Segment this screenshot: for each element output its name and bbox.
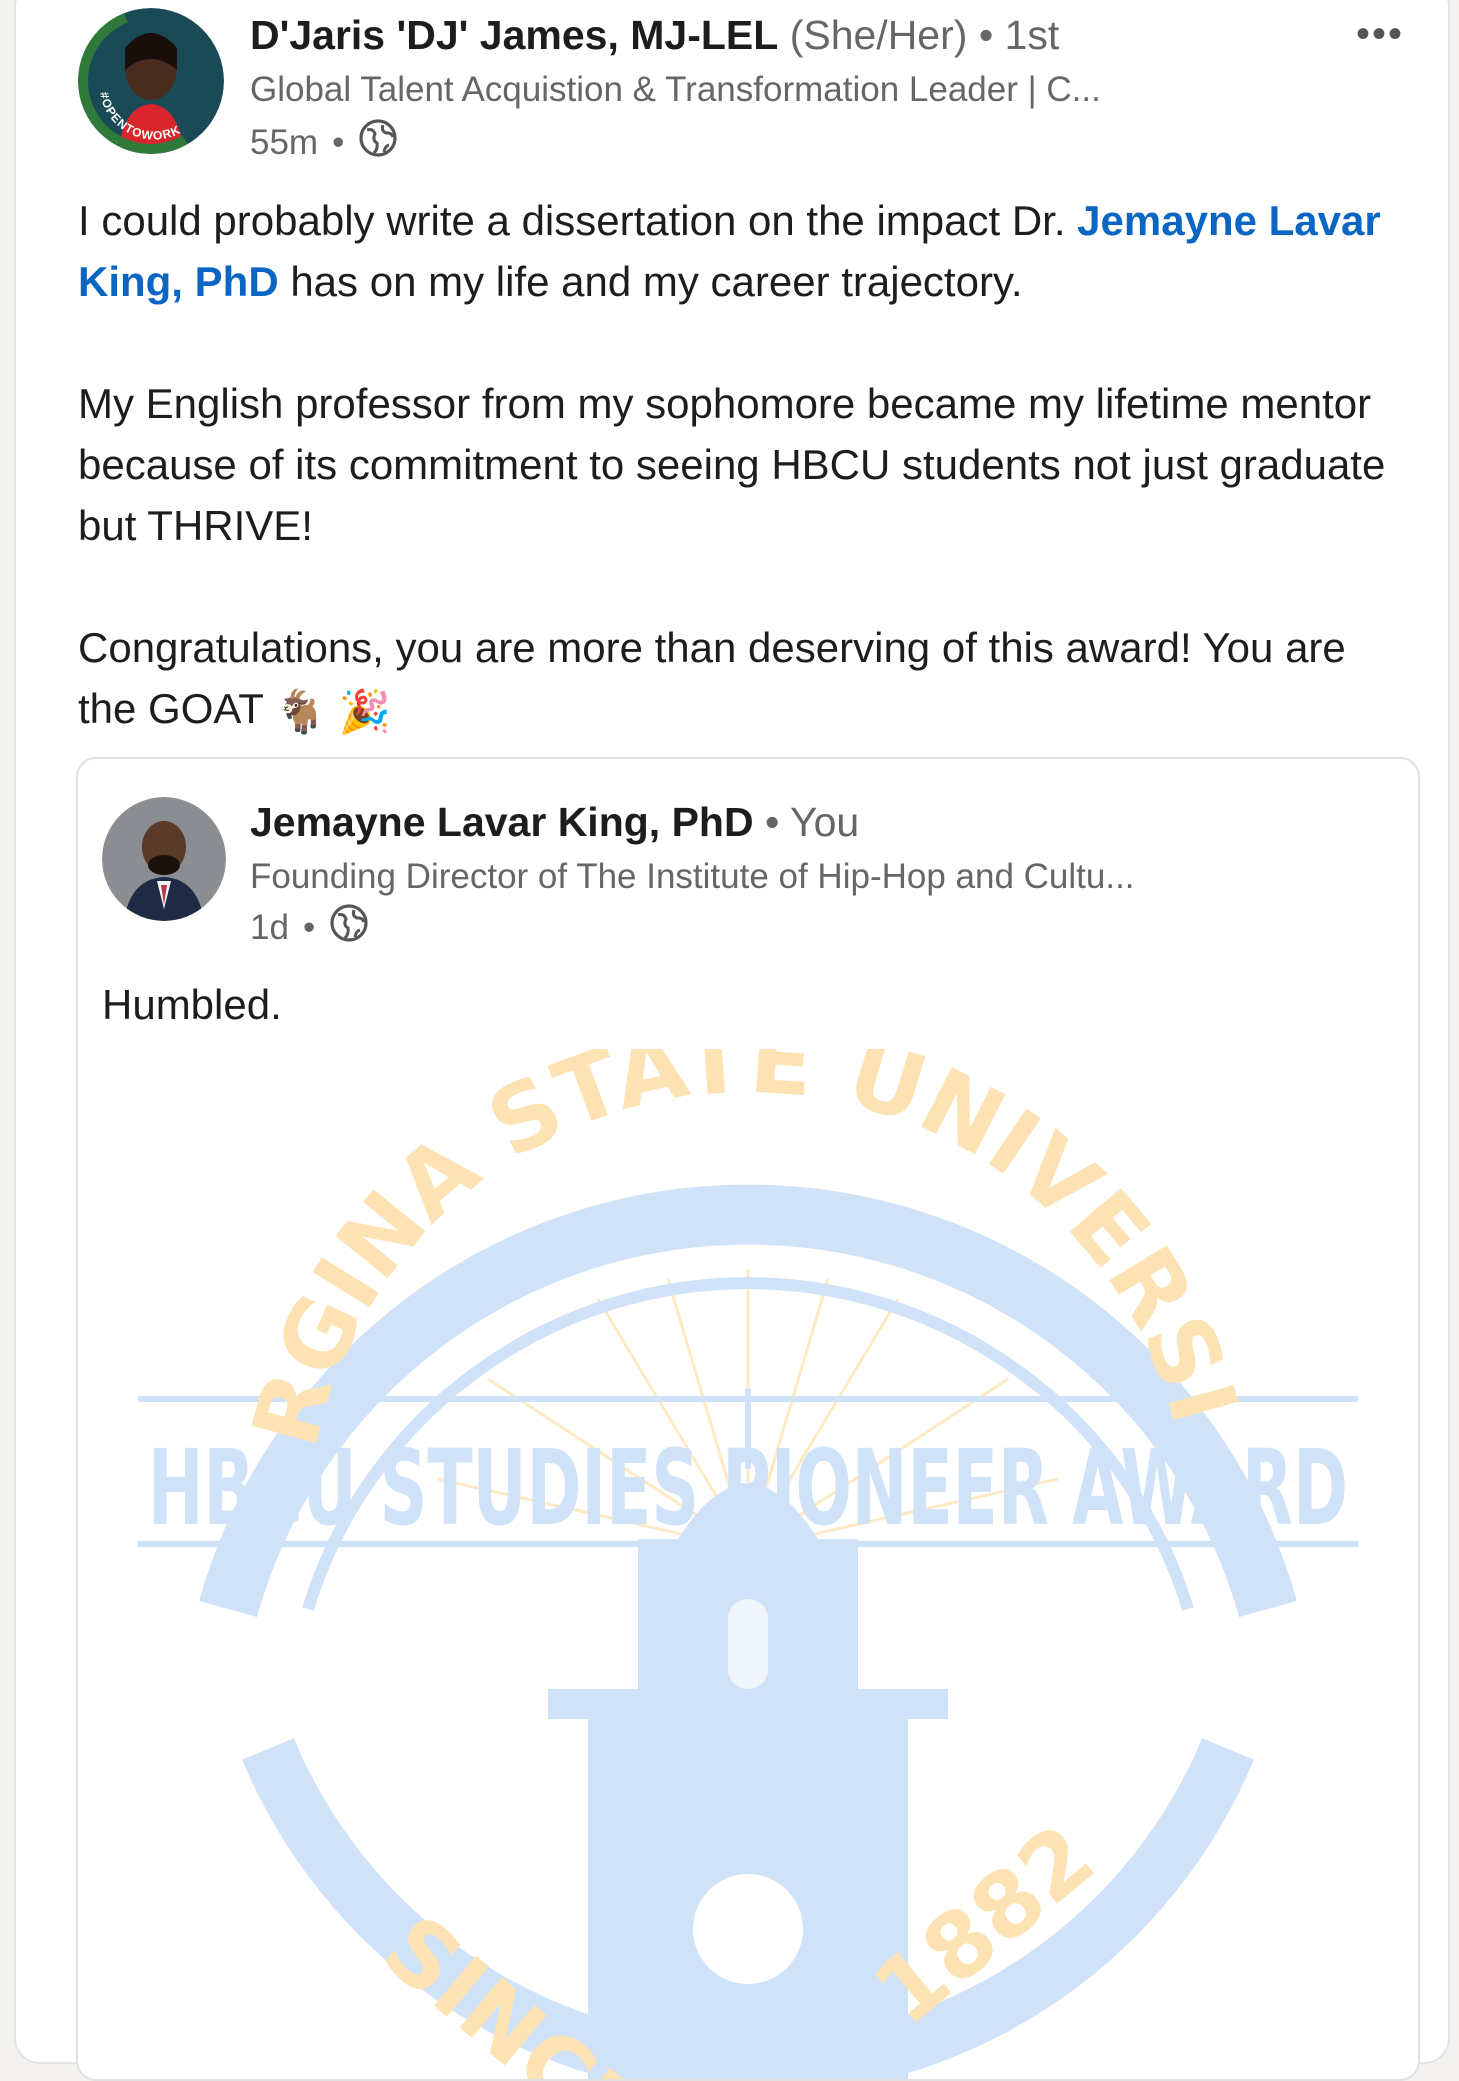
dot-separator: • xyxy=(302,907,316,947)
author-avatar[interactable]: #OPENTOWORK xyxy=(78,8,224,154)
goat-icon: 🐐 xyxy=(274,688,328,736)
shared-post-card[interactable]: Jemayne Lavar King, PhD • You Founding D… xyxy=(76,757,1420,2081)
author-name[interactable]: D'Jaris 'DJ' James, MJ-LEL xyxy=(250,12,778,58)
shared-author-name-line: Jemayne Lavar King, PhD • You xyxy=(250,799,859,846)
connection-degree: 1st xyxy=(1004,12,1060,58)
globe-icon xyxy=(358,118,398,167)
party-popper-icon: 🎉 xyxy=(338,688,392,736)
award-title-text: HBCU STUDIES PIONEER AWARD xyxy=(148,1427,1348,1549)
shared-post-meta: 1d • xyxy=(250,903,369,952)
post-meta: 55m • xyxy=(250,118,398,167)
globe-icon xyxy=(329,903,369,952)
author-pronouns: (She/Her) xyxy=(789,12,968,58)
shared-author-headline: Founding Director of The Institute of Hi… xyxy=(250,857,1135,896)
post-text: I could probably write a dissertation on… xyxy=(78,190,1408,803)
avatar-image: #OPENTOWORK xyxy=(78,8,224,154)
avatar-image xyxy=(102,797,226,921)
post-paragraph: Congratulations, you are more than deser… xyxy=(78,617,1408,742)
dot-separator: • xyxy=(332,122,345,162)
award-university-text: VIRGINA STATE UNIVERSITY xyxy=(78,1049,1258,1457)
svg-text:VIRGINA STATE UNIVERSITY: VIRGINA STATE UNIVERSITY xyxy=(78,1049,1258,1457)
more-options-icon[interactable]: ••• xyxy=(1356,12,1404,57)
award-image[interactable]: VIRGINA STATE UNIVERSITY HBCU STUDIES PI… xyxy=(78,1049,1418,2079)
post-card: #OPENTOWORK D'Jaris 'DJ' James, MJ-LEL (… xyxy=(14,0,1450,2081)
post-time: 55m xyxy=(250,122,319,162)
author-headline: Global Talent Acquistion & Transformatio… xyxy=(250,70,1101,109)
shared-post-time: 1d xyxy=(250,907,289,947)
author-name-line: D'Jaris 'DJ' James, MJ-LEL (She/Her) • 1… xyxy=(250,12,1059,59)
shared-author-name[interactable]: Jemayne Lavar King, PhD xyxy=(250,799,754,845)
dot-separator: • xyxy=(978,12,1005,58)
tower-window xyxy=(728,1599,768,1689)
dot-separator: • xyxy=(764,799,790,845)
post-paragraph: My English professor from my sophomore b… xyxy=(78,380,1386,549)
clock-face xyxy=(693,1874,803,1984)
post-paragraph: I could probably write a dissertation on… xyxy=(78,197,1381,305)
shared-post-text: Humbled. xyxy=(102,981,282,1028)
shared-author-avatar[interactable] xyxy=(102,797,226,921)
shared-author-relation: You xyxy=(790,799,860,845)
